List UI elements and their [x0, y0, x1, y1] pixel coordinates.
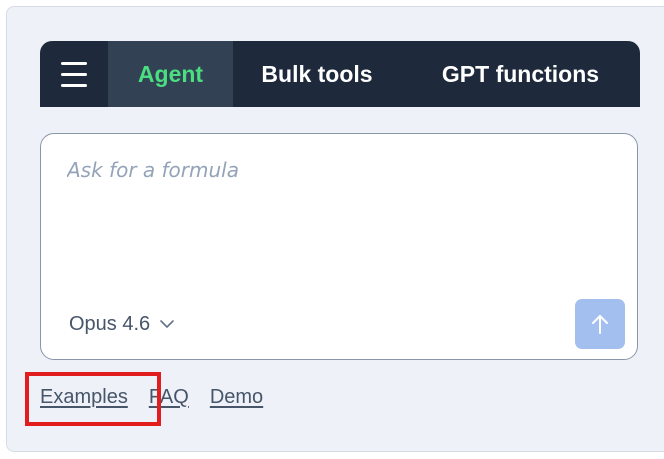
demo-link[interactable]: Demo: [210, 386, 263, 409]
send-button[interactable]: [575, 299, 625, 349]
arrow-up-icon: [592, 315, 608, 334]
faq-link[interactable]: FAQ: [149, 386, 189, 409]
footer-links: Examples FAQ Demo: [40, 384, 263, 410]
model-selector-label: Opus 4.6: [69, 312, 151, 335]
prompt-box: Opus 4.6: [40, 133, 638, 360]
tab-gpt-functions[interactable]: GPT functions: [401, 41, 640, 107]
formula-prompt-input[interactable]: [67, 158, 607, 278]
tab-bar: Agent Bulk tools GPT functions: [40, 41, 640, 107]
hamburger-menu-icon[interactable]: [40, 41, 108, 107]
chevron-down-icon: [160, 319, 174, 328]
examples-link[interactable]: Examples: [40, 386, 128, 409]
model-selector[interactable]: Opus 4.6: [69, 311, 174, 337]
tab-bulk-tools[interactable]: Bulk tools: [233, 41, 401, 107]
tab-agent[interactable]: Agent: [108, 41, 233, 107]
